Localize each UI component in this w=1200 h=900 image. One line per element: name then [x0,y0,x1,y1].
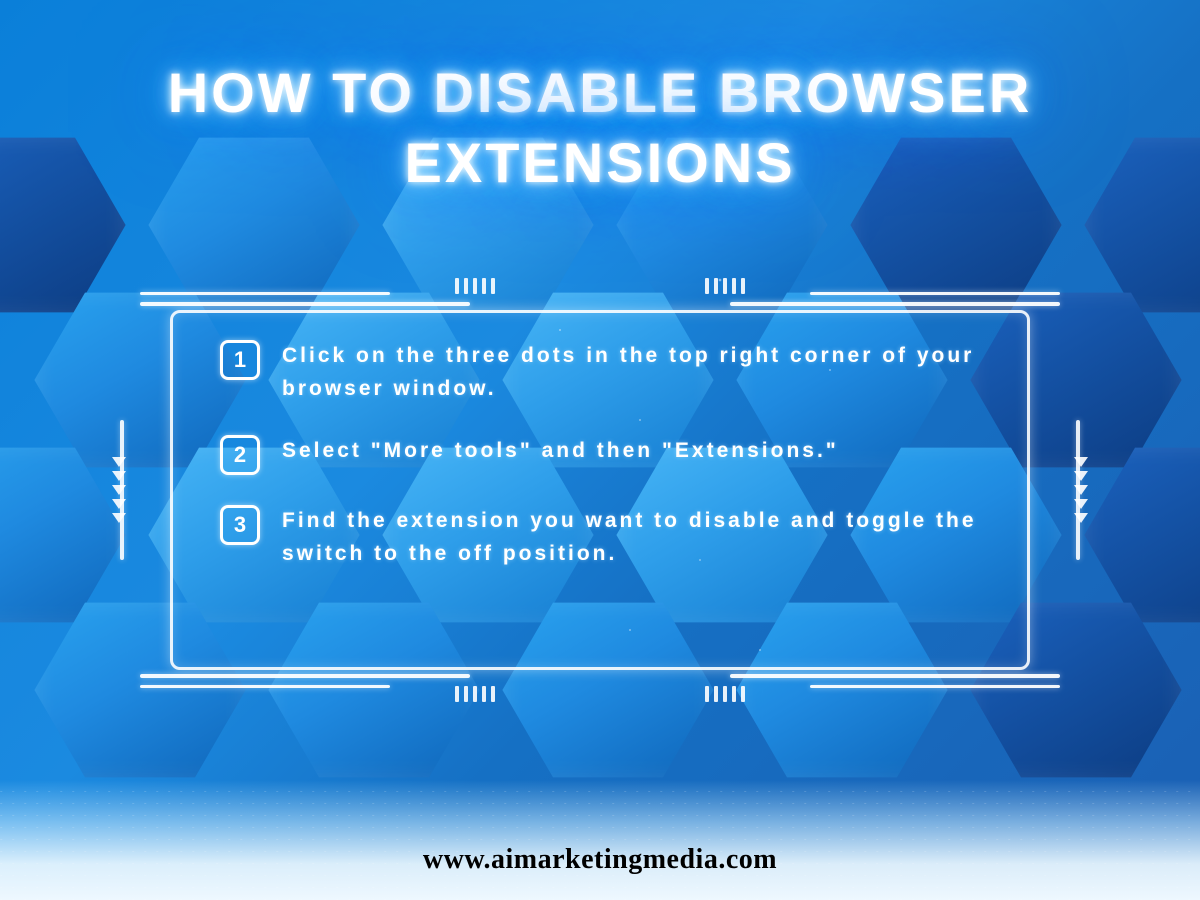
step-number: 1 [220,340,260,380]
frame-decoration [810,292,1060,295]
step-1: 1 Click on the three dots in the top rig… [220,340,980,405]
step-2: 2 Select "More tools" and then "Extensio… [220,435,980,475]
title-line-1: How to Disable Browser [0,58,1200,128]
frame-decoration [705,686,745,702]
title-line-2: Extensions [0,128,1200,198]
footer-url: www.aimarketingmedia.com [423,844,777,876]
step-text: Find the extension you want to disable a… [282,505,980,570]
frame-decoration [455,686,495,702]
frame-decoration [730,302,1060,306]
frame-decoration [140,685,390,688]
frame-decoration [810,685,1060,688]
step-3: 3 Find the extension you want to disable… [220,505,980,570]
page-title: How to Disable Browser Extensions [0,58,1200,198]
frame-decoration [705,278,745,294]
frame-decoration [140,674,470,678]
frame-decoration [140,302,470,306]
frame-decoration [730,674,1060,678]
frame-decoration [455,278,495,294]
frame-side-ornament-left [102,390,142,590]
frame-decoration [140,292,390,295]
step-text: Select "More tools" and then "Extensions… [282,435,839,468]
instruction-panel: 1 Click on the three dots in the top rig… [150,300,1050,680]
frame-side-ornament-right [1058,390,1098,590]
step-text: Click on the three dots in the top right… [282,340,980,405]
step-number: 2 [220,435,260,475]
steps-list: 1 Click on the three dots in the top rig… [220,340,980,570]
footer: www.aimarketingmedia.com [0,780,1200,900]
step-number: 3 [220,505,260,545]
